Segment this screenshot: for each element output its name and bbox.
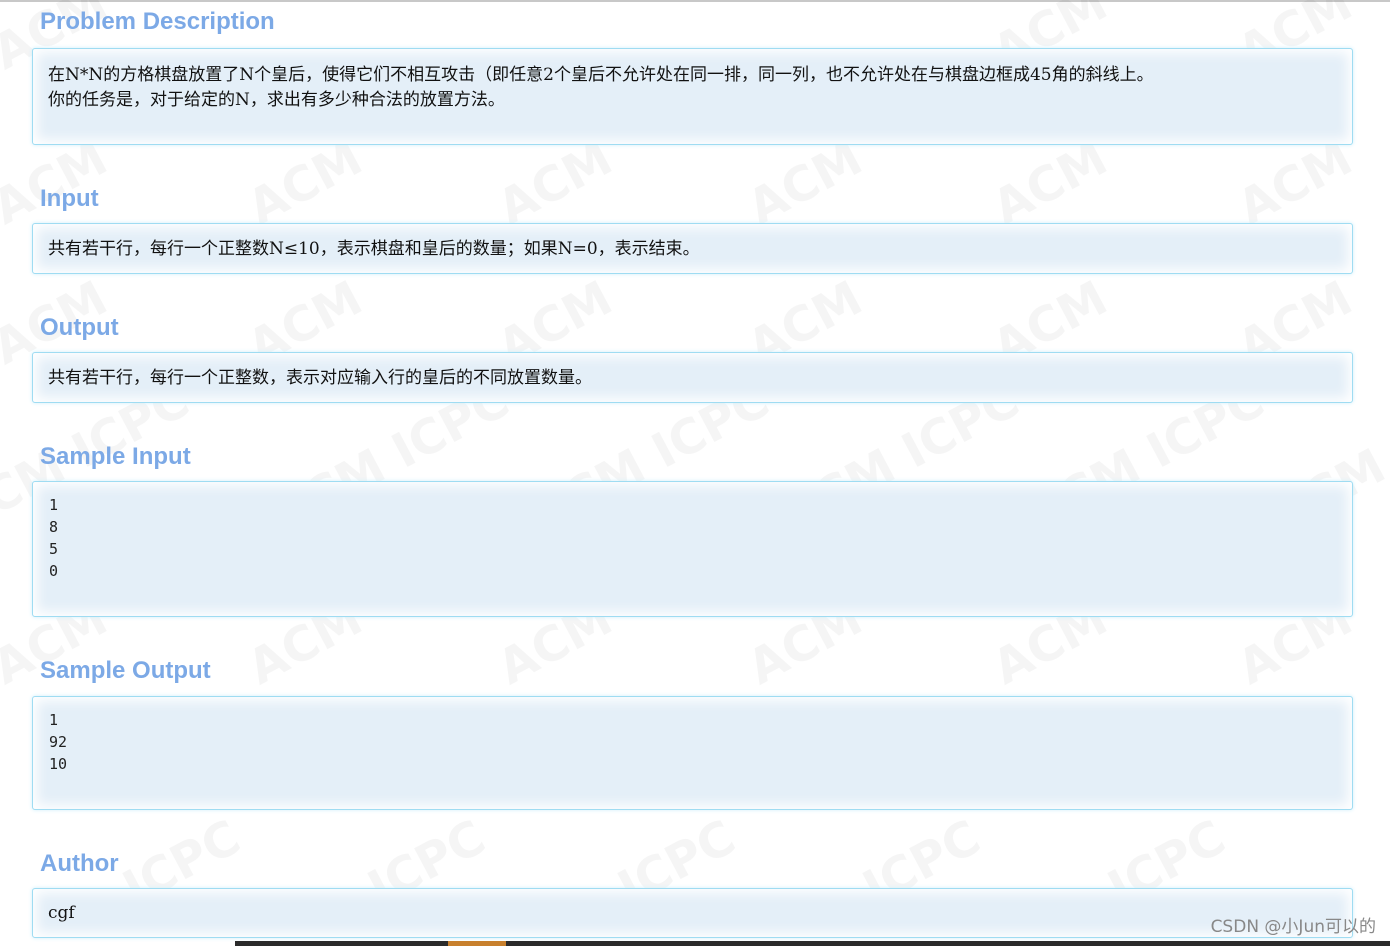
- section-title: Input: [40, 185, 99, 212]
- problem-description-section: Problem Description 在N*N的方格棋盘放置了N个皇后，使得它…: [32, 6, 1355, 146]
- bottom-taskbar-accent: [448, 941, 506, 946]
- sample-input-line: 0: [49, 562, 59, 580]
- output-panel: 共有若干行，每行一个正整数，表示对应输入行的皇后的不同放置数量。: [32, 352, 1353, 403]
- sample-input-line: 8: [49, 518, 59, 536]
- sample-output-code: 1 92 10: [49, 709, 67, 775]
- output-section: Output 共有若干行，每行一个正整数，表示对应输入行的皇后的不同放置数量。: [32, 312, 1355, 404]
- description-text: 在N*N的方格棋盘放置了N个皇后，使得它们不相互攻击（即任意2个皇后不允许处在同…: [48, 63, 1332, 113]
- sample-input-line: 5: [49, 540, 59, 558]
- input-section: Input 共有若干行，每行一个正整数N≤10，表示棋盘和皇后的数量；如果N=0…: [32, 183, 1355, 275]
- input-panel: 共有若干行，每行一个正整数N≤10，表示棋盘和皇后的数量；如果N=0，表示结束。: [32, 223, 1353, 274]
- input-text: 共有若干行，每行一个正整数N≤10，表示棋盘和皇后的数量；如果N=0，表示结束。: [48, 239, 700, 259]
- section-title: Sample Output: [40, 657, 211, 684]
- description-line: 在N*N的方格棋盘放置了N个皇后，使得它们不相互攻击（即任意2个皇后不允许处在同…: [48, 65, 1154, 85]
- sample-input-section: Sample Input 1 8 5 0: [32, 441, 1355, 619]
- section-title: Author: [40, 850, 119, 877]
- author-text: cgf: [48, 903, 75, 923]
- section-title: Output: [40, 314, 119, 341]
- sample-input-line: 1: [49, 496, 59, 514]
- section-title: Sample Input: [40, 443, 191, 470]
- csdn-credit-watermark: CSDN @小Jun可以的: [1210, 917, 1376, 937]
- bottom-taskbar-strip: [235, 941, 1390, 946]
- author-section: Author cgf: [32, 848, 1355, 940]
- sample-output-section: Sample Output 1 92 10: [32, 655, 1355, 811]
- description-panel: 在N*N的方格棋盘放置了N个皇后，使得它们不相互攻击（即任意2个皇后不允许处在同…: [32, 48, 1353, 145]
- sample-input-code: 1 8 5 0: [49, 494, 58, 582]
- description-line: 你的任务是，对于给定的N，求出有多少种合法的放置方法。: [48, 90, 505, 110]
- sample-output-line: 1: [49, 711, 59, 729]
- sample-input-panel: 1 8 5 0: [32, 481, 1353, 617]
- author-panel: cgf: [32, 888, 1353, 938]
- section-title: Problem Description: [40, 8, 275, 35]
- sample-output-line: 92: [49, 733, 68, 751]
- output-text: 共有若干行，每行一个正整数，表示对应输入行的皇后的不同放置数量。: [48, 368, 592, 388]
- top-border-line: [0, 0, 1390, 2]
- sample-output-line: 10: [49, 755, 68, 773]
- sample-output-panel: 1 92 10: [32, 696, 1353, 810]
